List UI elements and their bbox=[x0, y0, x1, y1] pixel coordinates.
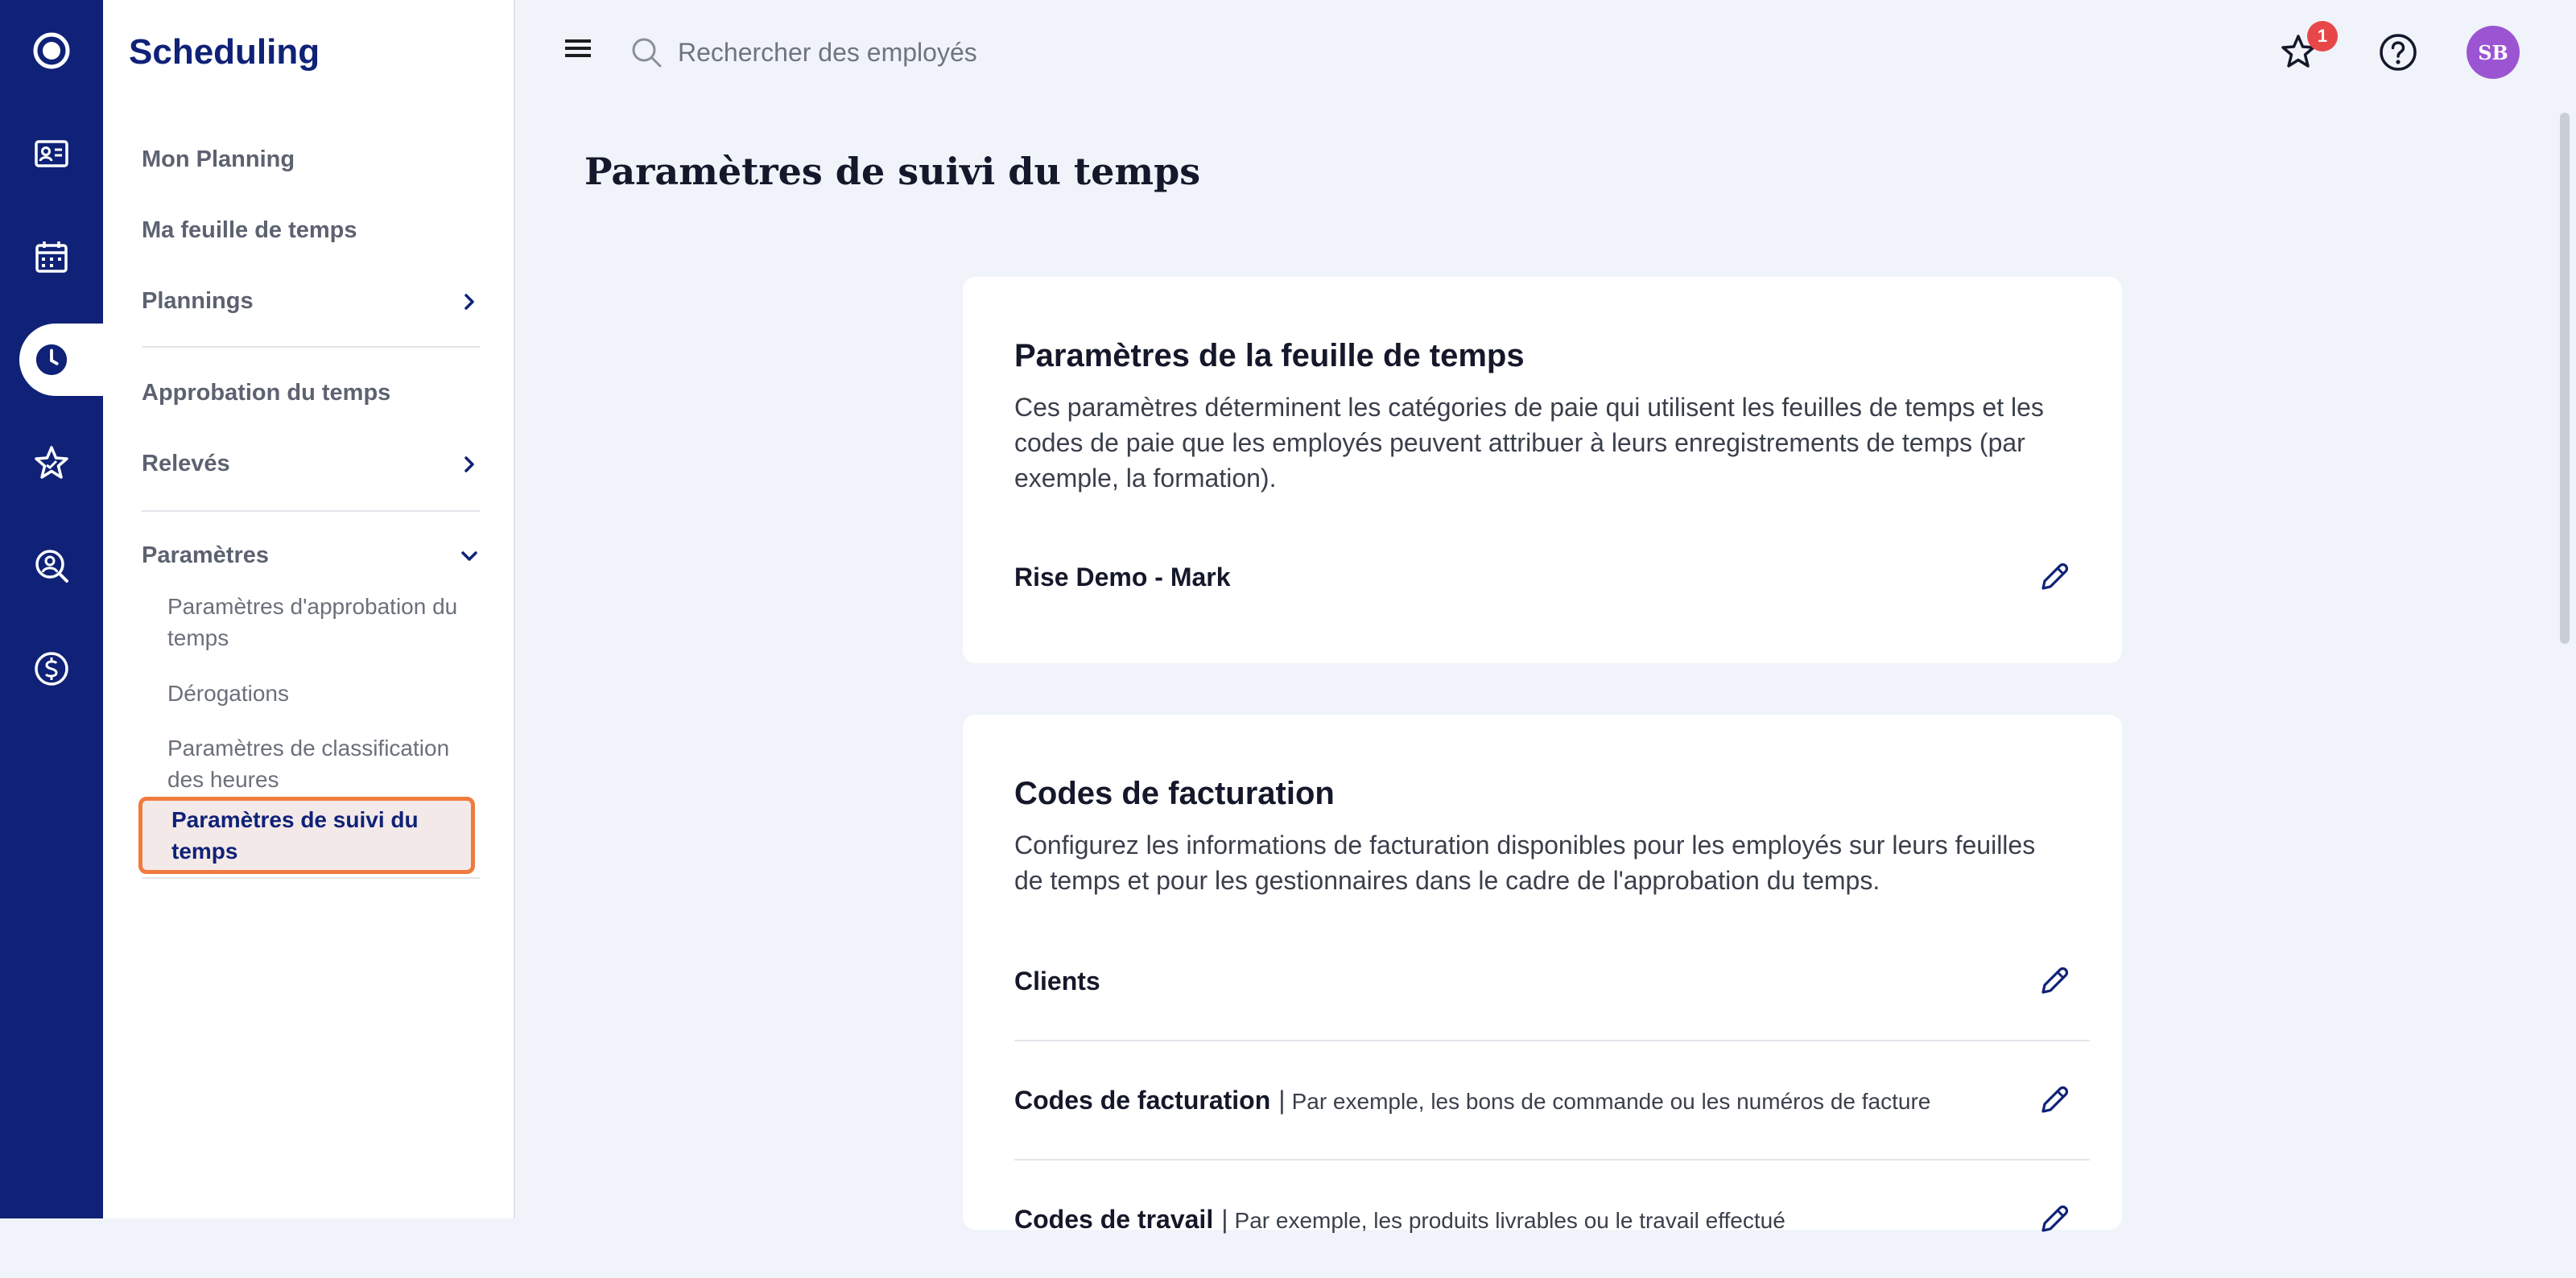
row-label: Codes de facturation bbox=[1014, 1085, 1271, 1115]
page-title: Paramètres de suivi du temps bbox=[584, 150, 1201, 193]
settings-row: Rise Demo - Mark bbox=[1014, 518, 2090, 636]
rail-item-profile[interactable] bbox=[0, 117, 103, 190]
sidebar-item-releves[interactable]: Relevés bbox=[142, 451, 480, 477]
settings-row-billing-codes: Codes de facturation | Par exemple, les bo… bbox=[1014, 1041, 2090, 1161]
sidebar-item-label: Mon Planning bbox=[142, 146, 295, 172]
sidebar-item-plannings[interactable]: Plannings bbox=[142, 288, 480, 315]
billing-codes-card: Codes de facturation Configurez les info… bbox=[963, 715, 2122, 1234]
edit-pencil-icon[interactable] bbox=[2037, 1202, 2072, 1237]
search-person-icon bbox=[35, 550, 68, 583]
card-description: Configurez les informations de facturati… bbox=[1014, 831, 2036, 895]
id-card-icon bbox=[35, 140, 68, 167]
sidebar-divider bbox=[142, 877, 480, 879]
row-text: Rise Demo - Mark bbox=[1014, 563, 1231, 592]
edit-pencil-icon[interactable] bbox=[2037, 1082, 2072, 1118]
sidebar-subitem-parametres-approbation[interactable]: Paramètres d'approbation du temps bbox=[167, 591, 473, 653]
sidebar-item-label: Approbation du temps bbox=[142, 380, 391, 406]
sidebar-item-label: Relevés bbox=[142, 451, 230, 476]
sidebar: Scheduling Mon Planning Ma feuille de te… bbox=[103, 0, 515, 1218]
top-bar: 1 SB bbox=[515, 0, 2576, 105]
sidebar-item-label: Ma feuille de temps bbox=[142, 217, 357, 243]
dollar-icon bbox=[35, 652, 68, 686]
chevron-right-icon bbox=[464, 293, 474, 310]
sidebar-item-mon-planning[interactable]: Mon Planning bbox=[142, 146, 480, 173]
sidebar-divider bbox=[142, 510, 480, 512]
hamburger-menu-icon[interactable] bbox=[564, 35, 594, 63]
row-label: Rise Demo - Mark bbox=[1014, 562, 1231, 592]
row-hint: Par exemple, les produits livrables ou l… bbox=[1234, 1207, 1785, 1233]
row-label: Clients bbox=[1014, 966, 1100, 996]
calendar-icon bbox=[35, 241, 68, 273]
rail-item-people-search[interactable] bbox=[0, 530, 103, 602]
app-logo[interactable] bbox=[0, 14, 103, 87]
row-hint: Par exemple, les bons de commande ou les… bbox=[1291, 1088, 1931, 1114]
row-label: Codes de travail bbox=[1014, 1204, 1214, 1234]
app-title: Scheduling bbox=[129, 32, 320, 72]
edit-pencil-icon[interactable] bbox=[2037, 963, 2072, 999]
logo-circle-icon bbox=[33, 32, 70, 69]
sidebar-item-parametres[interactable]: Paramètres bbox=[142, 542, 480, 569]
star-icon bbox=[35, 446, 68, 479]
icon-rail bbox=[0, 0, 103, 1218]
sidebar-item-label: Plannings bbox=[142, 288, 254, 314]
settings-row-work-codes: Codes de travail | Par exemple, les produi… bbox=[1014, 1161, 2090, 1278]
row-text: Codes de travail | Par exemple, les produi… bbox=[1014, 1205, 1785, 1235]
sidebar-divider bbox=[142, 346, 480, 348]
clock-icon bbox=[35, 344, 68, 376]
search-input[interactable] bbox=[676, 29, 1404, 76]
card-description: Ces paramètres déterminent les catégorie… bbox=[1014, 393, 2044, 493]
edit-pencil-icon[interactable] bbox=[2037, 559, 2072, 595]
sidebar-item-label: Paramètres bbox=[142, 542, 269, 568]
card-title: Codes de facturation bbox=[1014, 776, 1335, 811]
page-scrollbar[interactable] bbox=[2560, 113, 2570, 644]
rail-item-time[interactable] bbox=[19, 324, 103, 396]
sidebar-subitem-derogations[interactable]: Dérogations bbox=[167, 678, 473, 709]
row-text: Codes de facturation | Par exemple, les bo… bbox=[1014, 1086, 1930, 1115]
help-icon[interactable] bbox=[2376, 31, 2420, 74]
row-separator: | bbox=[1221, 1204, 1228, 1234]
chevron-right-icon bbox=[464, 456, 474, 472]
user-avatar[interactable]: SB bbox=[2467, 26, 2520, 79]
sidebar-item-approbation-du-temps[interactable]: Approbation du temps bbox=[142, 380, 480, 406]
rail-item-favorites[interactable] bbox=[0, 427, 103, 499]
settings-row-clients: Clients bbox=[1014, 922, 2090, 1041]
chevron-down-icon bbox=[461, 550, 477, 561]
rail-item-payroll[interactable] bbox=[0, 633, 103, 705]
row-text: Clients bbox=[1014, 967, 1100, 996]
sidebar-item-ma-feuille-de-temps[interactable]: Ma feuille de temps bbox=[142, 217, 480, 244]
sidebar-subitem-classification-heures[interactable]: Paramètres de classification des heures bbox=[167, 732, 473, 795]
row-separator: | bbox=[1278, 1085, 1286, 1115]
sidebar-subitem-suivi-du-temps[interactable]: Paramètres de suivi du temps bbox=[138, 797, 475, 874]
card-title: Paramètres de la feuille de temps bbox=[1014, 338, 1525, 373]
notification-badge: 1 bbox=[2307, 21, 2338, 52]
timesheet-settings-card: Paramètres de la feuille de temps Ces pa… bbox=[963, 277, 2122, 663]
rail-item-calendar[interactable] bbox=[0, 221, 103, 293]
search-icon bbox=[632, 38, 662, 68]
